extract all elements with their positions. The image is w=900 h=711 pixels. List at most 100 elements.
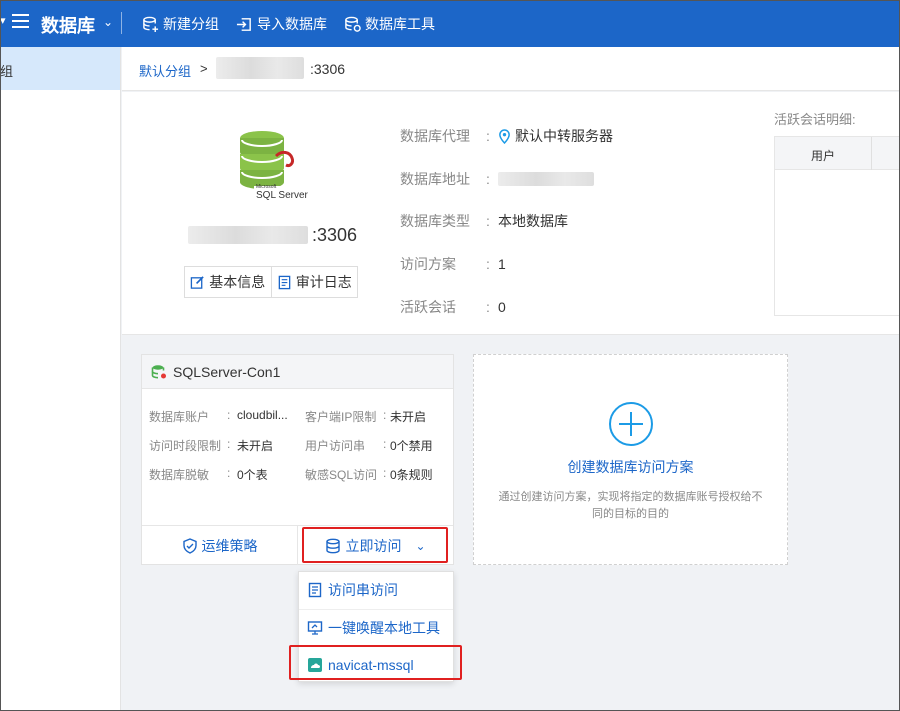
divider	[121, 12, 122, 34]
redacted-address	[498, 172, 594, 186]
field-address: 数据库地址 :	[400, 169, 594, 189]
card-field-colon: :	[383, 437, 387, 451]
column-divider	[871, 137, 872, 170]
card-field-label: 数据库账户	[149, 410, 210, 424]
field-colon: :	[486, 213, 490, 229]
redacted-host	[216, 57, 304, 79]
host-port: :3306	[312, 225, 358, 245]
menu-item-access-string[interactable]: 访问串访问	[299, 572, 453, 608]
breadcrumb-separator: >	[200, 61, 208, 76]
db-plus-icon	[143, 16, 159, 32]
card-field: 敏感SQL访问 : 0条规则	[305, 466, 433, 483]
ops-policy-label: 运维策略	[201, 537, 258, 554]
card-field-label: 客户端IP限制	[305, 410, 377, 424]
audit-log-label: 审计日志	[295, 274, 352, 290]
location-pin-icon	[499, 128, 510, 144]
ops-policy-button[interactable]: 运维策略	[142, 526, 297, 565]
card-field-value: 0条规则	[390, 468, 433, 482]
breadcrumb-group-link[interactable]: 默认分组	[139, 61, 191, 80]
chevron-down-icon[interactable]: ▾	[0, 14, 6, 27]
field-label: 活跃会话	[400, 299, 456, 315]
field-label: 访问方案	[400, 256, 456, 272]
active-sessions-title: 活跃会话明细:	[774, 112, 856, 127]
field-colon: :	[486, 299, 490, 315]
new-group-button[interactable]: 新建分组	[142, 14, 219, 34]
field-colon: :	[486, 171, 490, 187]
field-access-plan: 访问方案 : 1	[400, 254, 506, 274]
table-header: 用户	[775, 137, 900, 170]
field-colon: :	[486, 128, 490, 144]
card-field-colon: :	[383, 466, 387, 480]
card-field-value: 0个表	[237, 468, 268, 482]
field-label: 数据库代理	[400, 128, 470, 144]
plus-circle-icon	[609, 402, 653, 446]
card-field-value: cloudbil...	[237, 408, 288, 422]
card-field-colon: :	[383, 408, 387, 422]
shield-icon	[182, 537, 197, 554]
document-icon	[308, 582, 322, 598]
card-field: 客户端IP限制 : 未开启	[305, 408, 426, 425]
card-field-value: 0个禁用	[390, 439, 433, 453]
new-group-label: 新建分组	[163, 16, 219, 32]
sidebar: 组	[0, 47, 121, 711]
redacted-host	[188, 226, 308, 244]
card-field-colon: :	[227, 437, 231, 451]
audit-log-button[interactable]: 审计日志	[270, 267, 358, 297]
card-field-label: 访问时段限制	[149, 439, 222, 453]
menu-item-local-tool[interactable]: 一键唤醒本地工具	[299, 609, 453, 645]
field-value: 1	[498, 256, 506, 272]
card-title: SQLServer-Con1	[173, 364, 281, 380]
card-field: 数据库账户 : cloudbil...	[149, 408, 288, 425]
card-field-label: 用户访问串	[305, 439, 366, 453]
field-proxy: 数据库代理 : 默认中转服务器	[400, 126, 613, 146]
monitor-icon	[307, 620, 323, 635]
sidebar-item-group[interactable]: 组	[0, 47, 120, 90]
import-icon	[236, 17, 251, 31]
basic-info-label: 基本信息	[209, 274, 266, 290]
card-field-value: 未开启	[237, 439, 274, 453]
card-field: 数据库脱敏 : 0个表	[149, 466, 268, 483]
field-type: 数据库类型 : 本地数据库	[400, 211, 568, 231]
field-value: 本地数据库	[498, 213, 568, 229]
active-sessions-table: 用户	[774, 136, 900, 316]
field-active-sessions: 活跃会话 : 0	[400, 297, 506, 317]
module-title[interactable]: 数据库	[41, 12, 95, 38]
chevron-down-icon[interactable]: ⌄	[103, 15, 113, 29]
card-field: 用户访问串 : 0个禁用	[305, 437, 433, 454]
card-field-label: 数据库脱敏	[149, 468, 210, 482]
menu-icon[interactable]	[12, 14, 30, 30]
highlight-box	[302, 527, 448, 563]
create-title: 创建数据库访问方案	[567, 459, 694, 475]
field-value: 0	[498, 299, 506, 315]
highlight-box	[289, 645, 462, 680]
card-field-label: 敏感SQL访问	[305, 468, 378, 482]
breadcrumb: 默认分组 > :3306	[122, 47, 900, 91]
create-description: 通过创建访问方案，实现将指定的数据库账号授权给不同的目标的目的	[498, 491, 763, 520]
menu-item-label: 访问串访问	[328, 582, 398, 598]
document-icon	[278, 275, 291, 289]
create-access-plan-card[interactable]: 创建数据库访问方案 通过创建访问方案，实现将指定的数据库账号授权给不同的目标的目…	[473, 354, 788, 565]
field-value: 默认中转服务器	[515, 128, 613, 144]
card-field-value: 未开启	[390, 410, 427, 424]
basic-info-button[interactable]: 基本信息	[185, 267, 271, 297]
card-field-colon: :	[227, 408, 231, 422]
import-database-button[interactable]: 导入数据库	[236, 14, 327, 34]
import-database-label: 导入数据库	[257, 16, 327, 32]
top-navbar: ▾ 数据库 ⌄ 新建分组 导入数据库 数据库工具	[0, 0, 900, 47]
database-info-panel: Microsoft SQL Server :3306 基本信息 审计日志 数据库…	[122, 92, 900, 335]
db-tool-icon	[345, 16, 361, 32]
field-label: 数据库类型	[400, 213, 470, 229]
column-user: 用户	[811, 149, 836, 163]
database-tools-button[interactable]: 数据库工具	[344, 14, 435, 34]
sidebar-item-label: 组	[0, 64, 14, 79]
db-config-icon	[151, 365, 166, 379]
sql-server-icon: Microsoft SQL Server	[240, 131, 314, 200]
card-field: 访问时段限制 : 未开启	[149, 437, 273, 454]
field-colon: :	[486, 256, 490, 272]
info-tabs: 基本信息 审计日志	[184, 266, 358, 298]
card-field-colon: :	[227, 466, 231, 480]
svg-text:SQL Server: SQL Server	[256, 190, 309, 200]
database-tools-label: 数据库工具	[365, 16, 435, 32]
menu-item-label: 一键唤醒本地工具	[328, 619, 440, 636]
card-header: SQLServer-Con1	[142, 355, 453, 389]
